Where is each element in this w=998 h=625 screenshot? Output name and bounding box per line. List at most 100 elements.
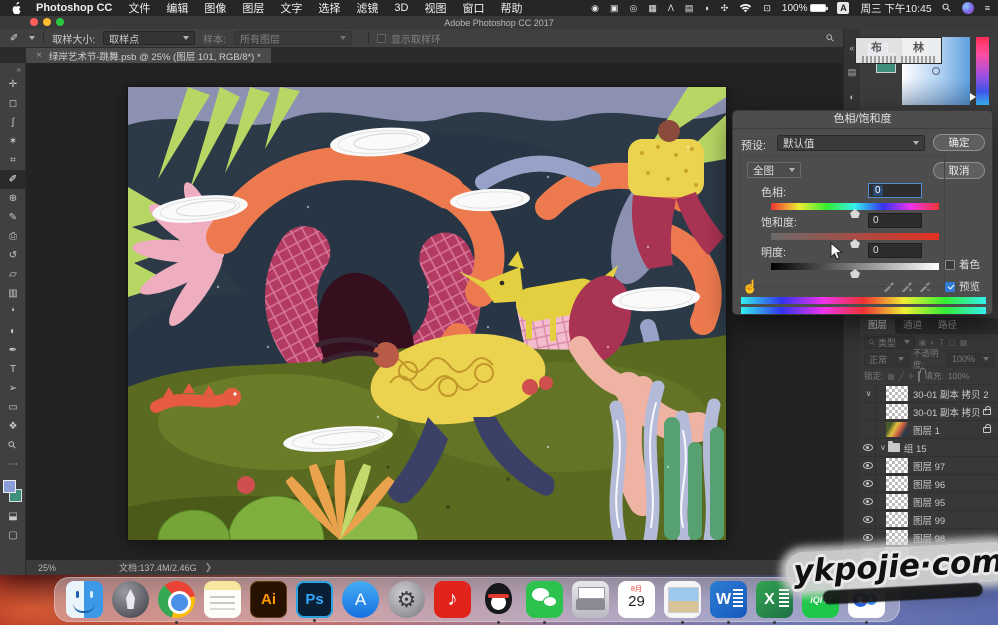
lock-image-icon[interactable]: ╱	[899, 372, 904, 381]
filter-type-icon[interactable]: T	[939, 338, 944, 347]
lock-transparent-icon[interactable]: ▦	[887, 372, 895, 381]
preset-dropdown[interactable]: 默认值	[777, 135, 925, 151]
visibility-toggle[interactable]	[860, 511, 876, 529]
edit-toolbar-button[interactable]: ⋯	[0, 455, 26, 474]
visibility-toggle[interactable]	[860, 457, 876, 475]
layer-row[interactable]: 30-01 副本 拷贝	[860, 403, 998, 421]
record-icon[interactable]: ◉	[591, 0, 599, 16]
layer-thumbnail[interactable]	[886, 476, 908, 491]
dock-icon-illustrator[interactable]: Ai	[250, 581, 287, 618]
current-tool-icon[interactable]: ✐	[10, 33, 18, 44]
tab-layers[interactable]: 图层	[860, 318, 895, 334]
visibility-toggle[interactable]	[860, 493, 876, 511]
search-icon[interactable]: ⚲	[824, 32, 837, 45]
screen-mode-button[interactable]: ▢	[0, 526, 26, 545]
artwork-canvas[interactable]	[128, 87, 726, 540]
close-window-button[interactable]	[30, 18, 38, 26]
menu-item-help[interactable]: 帮助	[500, 0, 522, 16]
layer-row[interactable]: 图层 1	[860, 421, 998, 439]
close-tab-icon[interactable]: ×	[36, 50, 42, 61]
layer-row[interactable]: 图层 95	[860, 493, 998, 511]
dock-icon-calendar[interactable]: 8月29	[618, 581, 655, 618]
filter-pixel-icon[interactable]: ▣	[919, 338, 927, 347]
color-swatches[interactable]	[0, 477, 26, 507]
chevron-down-icon[interactable]	[29, 36, 35, 40]
menu-item-view[interactable]: 视图	[424, 0, 446, 16]
layer-row[interactable]: 图层 99	[860, 511, 998, 529]
menu-item-file[interactable]: 文件	[128, 0, 150, 16]
adjustments-panel-icon[interactable]: ◐	[849, 92, 854, 102]
siri-icon[interactable]	[962, 2, 974, 14]
display-lock-icon[interactable]: ▣	[610, 0, 619, 16]
opacity-value[interactable]: 100%	[947, 353, 994, 366]
dock-icon-appstore[interactable]: A	[342, 581, 379, 618]
gradient-tool[interactable]: ▥	[0, 284, 26, 303]
filter-smart-icon[interactable]: ▦	[960, 338, 968, 347]
spot-healing-tool[interactable]: ⊕	[0, 189, 26, 208]
marquee-tool[interactable]: ◻	[0, 94, 26, 113]
menu-item-3d[interactable]: 3D	[394, 2, 408, 14]
menu-item-layer[interactable]: 图层	[242, 0, 264, 16]
visibility-toggle[interactable]	[860, 421, 876, 439]
menu-clock[interactable]: 周三 下午10:45	[860, 1, 931, 16]
eyedropper-icon[interactable]	[883, 280, 894, 292]
targeted-adjustment-icon[interactable]: ☝	[742, 279, 758, 295]
filter-adjust-icon[interactable]: ◐	[930, 338, 935, 347]
dock-icon-netease-music[interactable]: ♪	[434, 581, 471, 618]
group-expand-icon[interactable]: ∨	[880, 443, 886, 452]
battery-indicator[interactable]: 100%	[782, 3, 827, 14]
menu-item-image[interactable]: 图像	[204, 0, 226, 16]
visibility-toggle[interactable]	[860, 529, 876, 547]
group-expand-icon[interactable]: ∨	[866, 389, 872, 398]
fill-value[interactable]: 100%	[948, 371, 970, 381]
dock-icon-photos[interactable]	[664, 581, 701, 618]
layer-row[interactable]: 图层 96	[860, 475, 998, 493]
menu-app-name[interactable]: Photoshop CC	[36, 2, 112, 14]
lock-position-icon[interactable]: ✛	[908, 372, 915, 381]
keystroke-circle-icon[interactable]: ◎	[629, 0, 637, 16]
dock-icon-chrome[interactable]	[158, 581, 195, 618]
zoom-tool[interactable]: ⚲	[0, 436, 26, 455]
hand-tool[interactable]: ❖	[0, 417, 26, 436]
mountain-icon[interactable]: Ʌ	[668, 0, 674, 16]
layer-thumbnail[interactable]	[886, 458, 908, 473]
layer-row[interactable]: 图层 97	[860, 457, 998, 475]
zoom-level[interactable]: 25%	[38, 563, 56, 573]
menu-item-select[interactable]: 选择	[318, 0, 340, 16]
dodge-tool[interactable]: ◐	[0, 322, 26, 341]
blur-tool[interactable]: ❛	[0, 303, 26, 322]
move-tool[interactable]: ✛	[0, 75, 26, 94]
hue-value-input[interactable]: 0	[868, 183, 922, 198]
layer-group-row[interactable]: ∨ 组 15	[860, 439, 998, 457]
fan-icon[interactable]: ✣	[721, 0, 729, 16]
dock-icon-qq[interactable]	[480, 581, 517, 618]
crop-tool[interactable]: ⌗	[0, 151, 26, 170]
path-selection-tool[interactable]: ➢	[0, 379, 26, 398]
menu-item-edit[interactable]: 编辑	[166, 0, 188, 16]
input-source-icon[interactable]: A	[837, 2, 849, 14]
dock-icon-launchpad[interactable]	[112, 581, 149, 618]
zoom-window-button[interactable]	[56, 18, 64, 26]
status-chevron-icon[interactable]: ❯	[205, 562, 213, 573]
layer-thumbnail[interactable]	[886, 512, 908, 527]
history-brush-tool[interactable]: ↺	[0, 246, 26, 265]
colorize-checkbox[interactable]	[945, 260, 955, 270]
apple-menu[interactable]	[12, 2, 22, 14]
colorize-option[interactable]: 着色	[945, 257, 980, 272]
notification-center-icon[interactable]: ≡	[985, 0, 990, 16]
quick-selection-tool[interactable]: ✶	[0, 132, 26, 151]
preview-checkbox[interactable]	[945, 282, 955, 292]
dock-icon-word[interactable]: W	[710, 581, 747, 618]
minimize-window-button[interactable]	[43, 18, 51, 26]
type-tool[interactable]: T	[0, 360, 26, 379]
preview-option[interactable]: 预览	[945, 279, 980, 294]
document-tab[interactable]: × 绿岸艺术节-跳舞.psb @ 25% (图层 101, RGB/8*) *	[26, 48, 271, 63]
layer-thumbnail[interactable]	[886, 386, 908, 401]
window-title-bar[interactable]: Adobe Photoshop CC 2017	[0, 16, 998, 29]
pen-tool[interactable]: ✒	[0, 341, 26, 360]
shape-tool[interactable]: ▭	[0, 398, 26, 417]
hue-strip[interactable]	[976, 37, 989, 105]
eyedropper-plus-icon[interactable]	[901, 280, 912, 292]
hue-slider[interactable]	[771, 203, 939, 210]
visibility-toggle[interactable]	[860, 439, 876, 457]
